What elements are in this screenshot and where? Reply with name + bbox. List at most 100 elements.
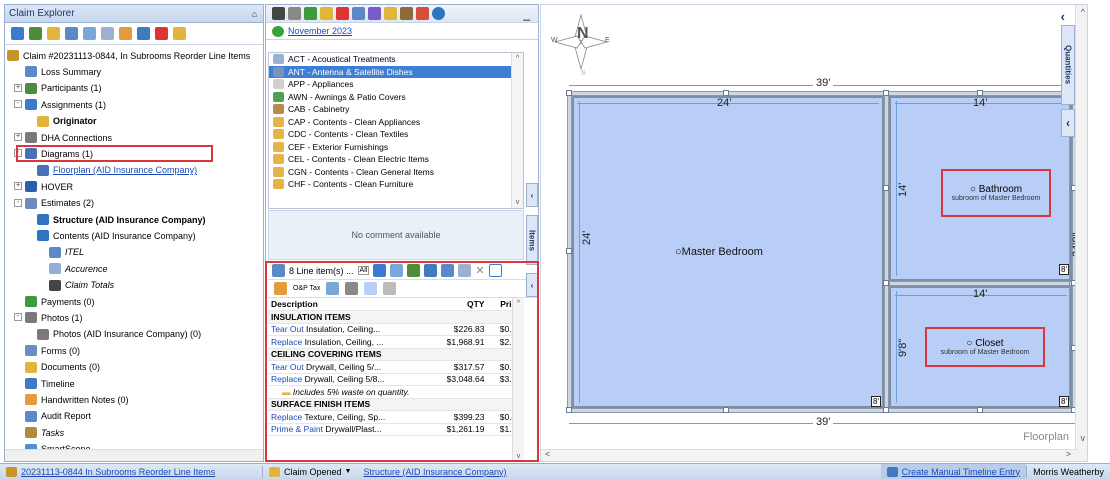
tree-node[interactable]: Contents (AID Insurance Company)	[37, 229, 196, 242]
category-list-scrollbar[interactable]: ^ v	[511, 53, 523, 208]
corner-handle[interactable]	[883, 407, 889, 413]
corner-handle[interactable]	[566, 248, 572, 254]
tree-node[interactable]: HOVER	[25, 180, 73, 193]
tree-node[interactable]: Structure (AID Insurance Company)	[37, 213, 206, 226]
section-row[interactable]: SURFACE FINISH ITEMS	[268, 398, 524, 411]
op-tax-button[interactable]: O&P Tax	[293, 285, 320, 292]
corner-handle[interactable]	[723, 407, 729, 413]
category-item[interactable]: CGN - Contents - Clean General Items	[269, 166, 523, 179]
table-row[interactable]: Replace Texture, Ceiling, Sp... $399.23 $0…	[268, 410, 524, 424]
folder-icon[interactable]	[173, 27, 186, 40]
corner-handle[interactable]	[883, 90, 889, 96]
corner-handle[interactable]	[566, 407, 572, 413]
scroll-up-icon[interactable]: ^	[1081, 7, 1085, 17]
tree-node[interactable]: Claim #20231113-0844, In Subrooms Reorde…	[7, 49, 250, 62]
closet-ceiling-height[interactable]: 8'	[1059, 396, 1069, 407]
tree-node[interactable]: Participants (1)	[25, 82, 102, 95]
document-icon[interactable]	[83, 27, 96, 40]
tree-node[interactable]: Originator	[37, 115, 97, 128]
tree-expander[interactable]: +	[14, 133, 22, 141]
category-item[interactable]: CDC - Contents - Clean Textiles	[269, 128, 523, 141]
price-list-date-link[interactable]: November 2023	[288, 26, 352, 36]
corner-handle[interactable]	[883, 280, 889, 286]
tree-node[interactable]: Loss Summary	[25, 65, 101, 78]
bathroom-label-box[interactable]: ○ Bathroom subroom of Master Bedroom	[941, 169, 1051, 217]
bath-ceiling-height[interactable]: 8'	[1059, 264, 1069, 275]
category-item[interactable]: ANT - Antenna & Satellite Dishes	[269, 65, 523, 78]
closet-label-box[interactable]: ○ Closet subroom of Master Bedroom	[925, 327, 1045, 367]
pencil-icon[interactable]	[274, 282, 287, 295]
tree-node[interactable]: DHA Connections	[25, 131, 112, 144]
corner-handle[interactable]	[977, 407, 983, 413]
all-filter-button[interactable]: All	[357, 266, 370, 275]
floorplan-view-label[interactable]: Floorplan	[1023, 431, 1069, 443]
status-claim-opened[interactable]: Claim Opened ▼	[263, 464, 357, 479]
tree-node[interactable]: Tasks	[25, 426, 64, 439]
tree-expander[interactable]: -	[14, 313, 22, 322]
section-row[interactable]: INSULATION ITEMS	[268, 310, 524, 324]
tree-node[interactable]: Estimates (2)	[25, 197, 94, 210]
reorder-icon[interactable]	[407, 264, 421, 277]
column-header[interactable]: QTY	[428, 298, 488, 311]
create-timeline-entry-link[interactable]: Create Manual Timeline Entry	[902, 467, 1021, 477]
section-row[interactable]: CEILING COVERING ITEMS	[268, 348, 524, 361]
tree-expander[interactable]: -	[14, 198, 22, 207]
add-icon[interactable]	[29, 27, 42, 40]
tree-node[interactable]: Claim Totals	[49, 279, 114, 292]
info-icon[interactable]	[432, 7, 445, 20]
page-icon[interactable]	[101, 27, 114, 40]
trash-icon[interactable]	[345, 282, 359, 295]
claim-opened-dropdown-icon[interactable]: ▼	[345, 468, 352, 475]
copy-icon[interactable]	[441, 264, 455, 277]
lookup-icon[interactable]	[416, 7, 429, 20]
tree-expander[interactable]: +	[14, 182, 22, 191]
master-bedroom-label[interactable]: ○Master Bedroom	[675, 246, 763, 258]
collapse-quantities-icon[interactable]: ‹	[1061, 109, 1075, 137]
pin-icon[interactable]: ⌂	[252, 9, 257, 19]
scroll-left-icon[interactable]: ‹	[1061, 9, 1065, 24]
window-icon[interactable]	[488, 264, 502, 277]
corner-handle[interactable]	[566, 90, 572, 96]
category-item[interactable]: ACT - Acoustical Treatments	[269, 53, 523, 66]
claim-opened-label[interactable]: Claim Opened	[284, 467, 342, 477]
tree-node[interactable]: ITEL	[49, 246, 84, 259]
delete-icon[interactable]	[155, 27, 168, 40]
edit-icon[interactable]	[119, 27, 132, 40]
split-icon[interactable]	[326, 282, 340, 295]
grid-icon[interactable]	[352, 7, 365, 20]
wrench-icon[interactable]	[272, 7, 285, 20]
macro-icon[interactable]	[400, 7, 413, 20]
add-item-icon[interactable]	[373, 264, 387, 277]
money-icon[interactable]	[47, 27, 60, 40]
tree-horizontal-scrollbar[interactable]	[5, 449, 263, 461]
category-item[interactable]: CEF - Exterior Furnishings	[269, 141, 523, 154]
bottom-wall[interactable]	[567, 408, 1077, 413]
view-dropdown-icon[interactable]: v	[1081, 433, 1086, 443]
tree-node[interactable]: Forms (0)	[25, 344, 80, 357]
scroll-left-arrow[interactable]: <	[545, 449, 550, 459]
tree-node[interactable]: Handwritten Notes (0)	[25, 393, 129, 406]
filter-icon[interactable]	[288, 7, 301, 20]
new-claim-icon[interactable]	[11, 27, 24, 40]
favorites-icon[interactable]	[384, 7, 397, 20]
tree-node[interactable]: Audit Report	[25, 410, 91, 423]
tree-node[interactable]: Payments (0)	[25, 295, 95, 308]
note-row[interactable]: ▬ Includes 5% waste on quantity.	[268, 385, 524, 399]
category-item[interactable]: APP - Appliances	[269, 78, 523, 91]
chart-icon[interactable]	[368, 7, 381, 20]
undo-icon[interactable]	[424, 264, 438, 277]
category-item[interactable]: CAP - Contents - Clean Appliances	[269, 116, 523, 129]
paste-icon[interactable]	[458, 264, 472, 277]
table-row[interactable]: Tear Out Drywall, Ceiling 5/... $317.57 $0…	[268, 360, 524, 374]
tree-expander[interactable]: +	[14, 83, 22, 92]
line-items-scrollbar[interactable]: ^ v	[512, 298, 524, 461]
category-item[interactable]: CAB - Cabinetry	[269, 103, 523, 116]
tree-node[interactable]: Floorplan (AID Insurance Company)	[37, 164, 197, 177]
status-structure-link[interactable]: Structure (AID Insurance Company)	[363, 467, 506, 477]
category-item[interactable]: CEL - Contents - Clean Electric Items	[269, 153, 523, 166]
tree-expander[interactable]: -	[14, 100, 22, 109]
quantities-tab[interactable]: Quantities	[1061, 25, 1075, 105]
tree-node[interactable]: Timeline	[25, 377, 75, 390]
master-ceiling-height[interactable]: 8'	[871, 396, 881, 407]
floorplan-scrollbar[interactable]	[1075, 5, 1087, 461]
